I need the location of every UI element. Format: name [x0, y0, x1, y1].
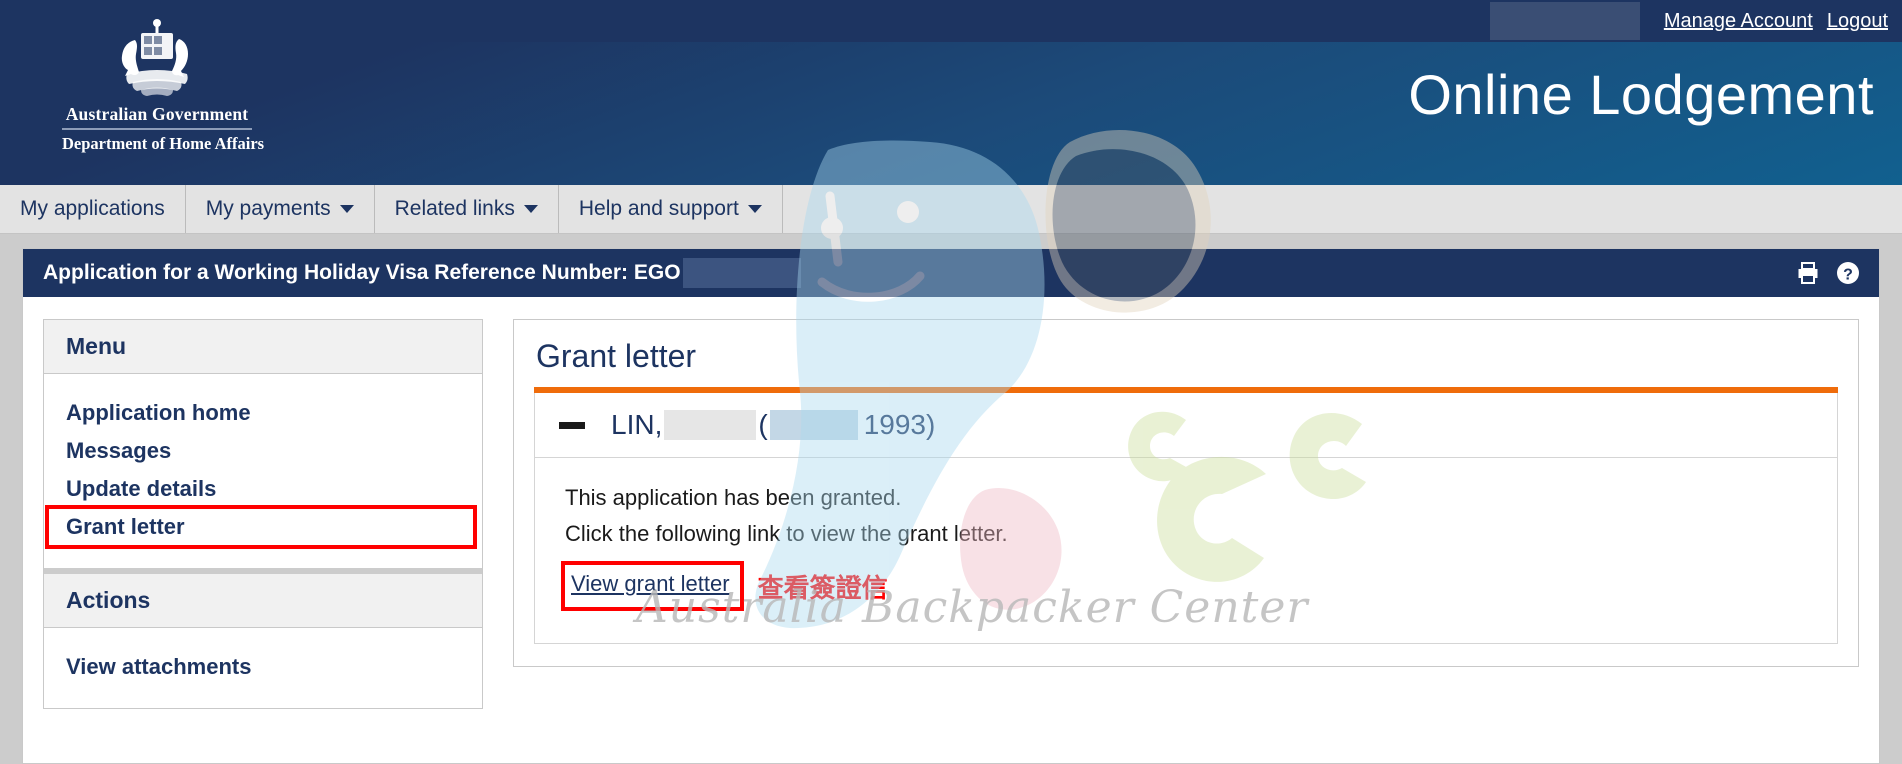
- svg-text:?: ?: [1843, 267, 1853, 284]
- header-top-bar: Manage Account Logout: [0, 0, 1902, 42]
- redacted-given-name: [664, 410, 757, 440]
- sidebar-action-links: View attachments: [44, 628, 482, 708]
- help-circle-icon[interactable]: ?: [1835, 260, 1861, 286]
- site-header: Manage Account Logout Australian Governm…: [0, 0, 1902, 185]
- application-title-bar: Application for a Working Holiday Visa R…: [23, 249, 1879, 297]
- redacted-account-name: [1489, 2, 1640, 40]
- birth-year: 1993): [863, 409, 936, 440]
- printer-icon[interactable]: [1795, 260, 1821, 286]
- sidebar-item-view-attachments[interactable]: View attachments: [44, 648, 482, 686]
- site-title: Online Lodgement: [1408, 63, 1874, 126]
- nav-item-help-and-support[interactable]: Help and support: [559, 185, 783, 233]
- page-container: Application for a Working Holiday Visa R…: [22, 248, 1880, 764]
- application-title: Application for a Working Holiday Visa R…: [43, 261, 681, 284]
- nav-item-my-payments[interactable]: My payments: [186, 185, 375, 233]
- status-text: This application has been granted.: [565, 485, 902, 510]
- page-title: Grant letter: [536, 338, 697, 374]
- australian-government-logo: Australian Government Department of Home…: [62, 14, 265, 154]
- instruction-text: Click the following link to view the gra…: [565, 520, 1008, 546]
- page-body: Application for a Working Holiday Visa R…: [0, 234, 1902, 764]
- sidebar-menu: Menu Application home Messages Update de…: [43, 319, 483, 709]
- nav-item-my-applications[interactable]: My applications: [0, 185, 186, 233]
- sidebar-item-application-home[interactable]: Application home: [44, 394, 482, 432]
- sidebar-heading-menu: Menu: [44, 320, 482, 374]
- chevron-down-icon: [523, 205, 538, 213]
- grant-link-row: View grant letter 查看簽證信: [561, 561, 1807, 612]
- sidebar-heading-actions: Actions: [44, 574, 482, 628]
- logout-link[interactable]: Logout: [1827, 10, 1888, 33]
- annotation-chinese-label: 查看簽證信: [757, 572, 888, 603]
- nav-item-related-links[interactable]: Related links: [375, 185, 559, 233]
- sidebar-menu-links: Application home Messages Update details…: [44, 374, 482, 568]
- main-navigation: My applications My payments Related link…: [0, 185, 1902, 234]
- collapse-minus-icon[interactable]: [559, 421, 585, 429]
- nav-label: Related links: [394, 197, 515, 220]
- open-paren: (: [758, 409, 768, 440]
- redacted-birth-date: [769, 410, 858, 440]
- applicant-surname: LIN,: [611, 409, 663, 440]
- coat-of-arms-icon: [121, 19, 188, 96]
- sidebar-item-update-details[interactable]: Update details: [44, 470, 482, 508]
- nav-label: Help and support: [578, 197, 739, 220]
- chevron-down-icon: [747, 205, 762, 213]
- grant-letter-panel: Grant letter LIN, ( 1993) This applicati…: [513, 319, 1859, 668]
- chevron-down-icon: [339, 205, 354, 213]
- title-bar-actions: ?: [1795, 260, 1861, 286]
- sidebar-item-messages[interactable]: Messages: [44, 432, 482, 470]
- manage-account-link[interactable]: Manage Account: [1664, 10, 1813, 33]
- view-grant-letter-link[interactable]: View grant letter: [571, 571, 730, 596]
- logo-divider: [62, 128, 252, 130]
- online-lodgement-page: Manage Account Logout Australian Governm…: [0, 0, 1902, 764]
- sidebar-item-grant-letter[interactable]: Grant letter: [45, 505, 477, 549]
- applicant-row[interactable]: LIN, ( 1993): [534, 393, 1838, 458]
- nav-label: My payments: [205, 197, 331, 220]
- nav-label: My applications: [20, 197, 165, 220]
- org-name-line1: Australian Government: [65, 104, 249, 124]
- redacted-reference-number: [682, 258, 801, 288]
- grant-detail-box: This application has been granted. Click…: [534, 458, 1838, 645]
- content-area: Menu Application home Messages Update de…: [23, 297, 1879, 709]
- org-name-line2: Department of Home Affairs: [62, 134, 265, 153]
- applicant-name: LIN, ( 1993): [611, 409, 935, 441]
- grant-link-highlight: View grant letter: [561, 561, 744, 612]
